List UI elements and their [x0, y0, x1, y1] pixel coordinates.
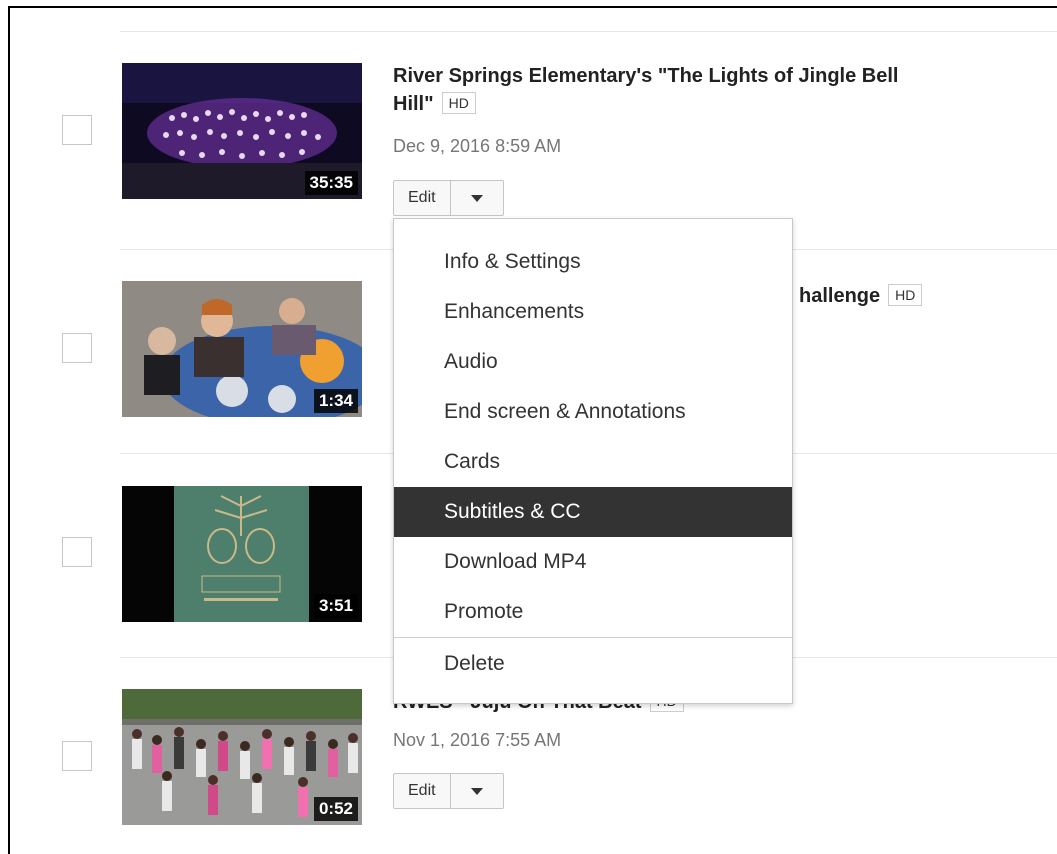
hd-badge: HD	[441, 92, 476, 114]
video-thumbnail[interactable]: 0:52	[122, 689, 362, 825]
video-title-line: River Springs Elementary's "The Lights o…	[393, 65, 899, 87]
menu-item-download-mp4[interactable]: Download MP4	[394, 537, 792, 587]
video-thumbnail[interactable]: 35:35	[122, 63, 362, 199]
chevron-down-icon	[470, 194, 483, 202]
edit-button-group: Edit	[393, 773, 504, 809]
edit-button[interactable]: Edit	[394, 774, 451, 808]
edit-button[interactable]: Edit	[394, 181, 451, 215]
video-thumbnail[interactable]: 3:51	[122, 486, 362, 622]
menu-item-promote[interactable]: Promote	[394, 587, 792, 637]
menu-item-subtitles-cc[interactable]: Subtitles & CC	[394, 487, 792, 537]
menu-item-end-screen-annotations[interactable]: End screen & Annotations	[394, 387, 792, 437]
video-select-checkbox[interactable]	[62, 115, 92, 145]
video-duration: 35:35	[304, 171, 358, 195]
video-duration: 1:34	[313, 389, 358, 413]
menu-separator	[394, 637, 792, 638]
video-title[interactable]: River Springs Elementary's "The Lights o…	[393, 62, 1013, 118]
video-select-checkbox[interactable]	[62, 333, 92, 363]
menu-item-enhancements[interactable]: Enhancements	[394, 287, 792, 337]
hd-badge: HD	[888, 284, 923, 306]
video-title-line: hallenge	[799, 285, 881, 307]
video-thumbnail[interactable]: 1:34	[122, 281, 362, 417]
menu-item-delete[interactable]: Delete	[394, 639, 792, 689]
edit-dropdown-menu: Info & Settings Enhancements Audio End s…	[393, 218, 793, 704]
menu-item-info-settings[interactable]: Info & Settings	[394, 237, 792, 287]
edit-dropdown-toggle[interactable]	[451, 181, 503, 215]
video-title-line: Hill"	[393, 93, 434, 115]
video-duration: 3:51	[313, 594, 358, 618]
menu-item-audio[interactable]: Audio	[394, 337, 792, 387]
video-select-checkbox[interactable]	[62, 741, 92, 771]
menu-item-cards[interactable]: Cards	[394, 437, 792, 487]
video-date: Dec 9, 2016 8:59 AM	[393, 136, 562, 156]
row-divider	[120, 31, 1057, 32]
chevron-down-icon	[470, 787, 483, 795]
video-date: Nov 1, 2016 7:55 AM	[393, 730, 562, 750]
video-select-checkbox[interactable]	[62, 537, 92, 567]
video-duration: 0:52	[313, 797, 358, 821]
video-title[interactable]: hallenge HD	[799, 282, 1019, 310]
edit-dropdown-toggle[interactable]	[451, 774, 503, 808]
edit-button-group: Edit	[393, 180, 504, 216]
